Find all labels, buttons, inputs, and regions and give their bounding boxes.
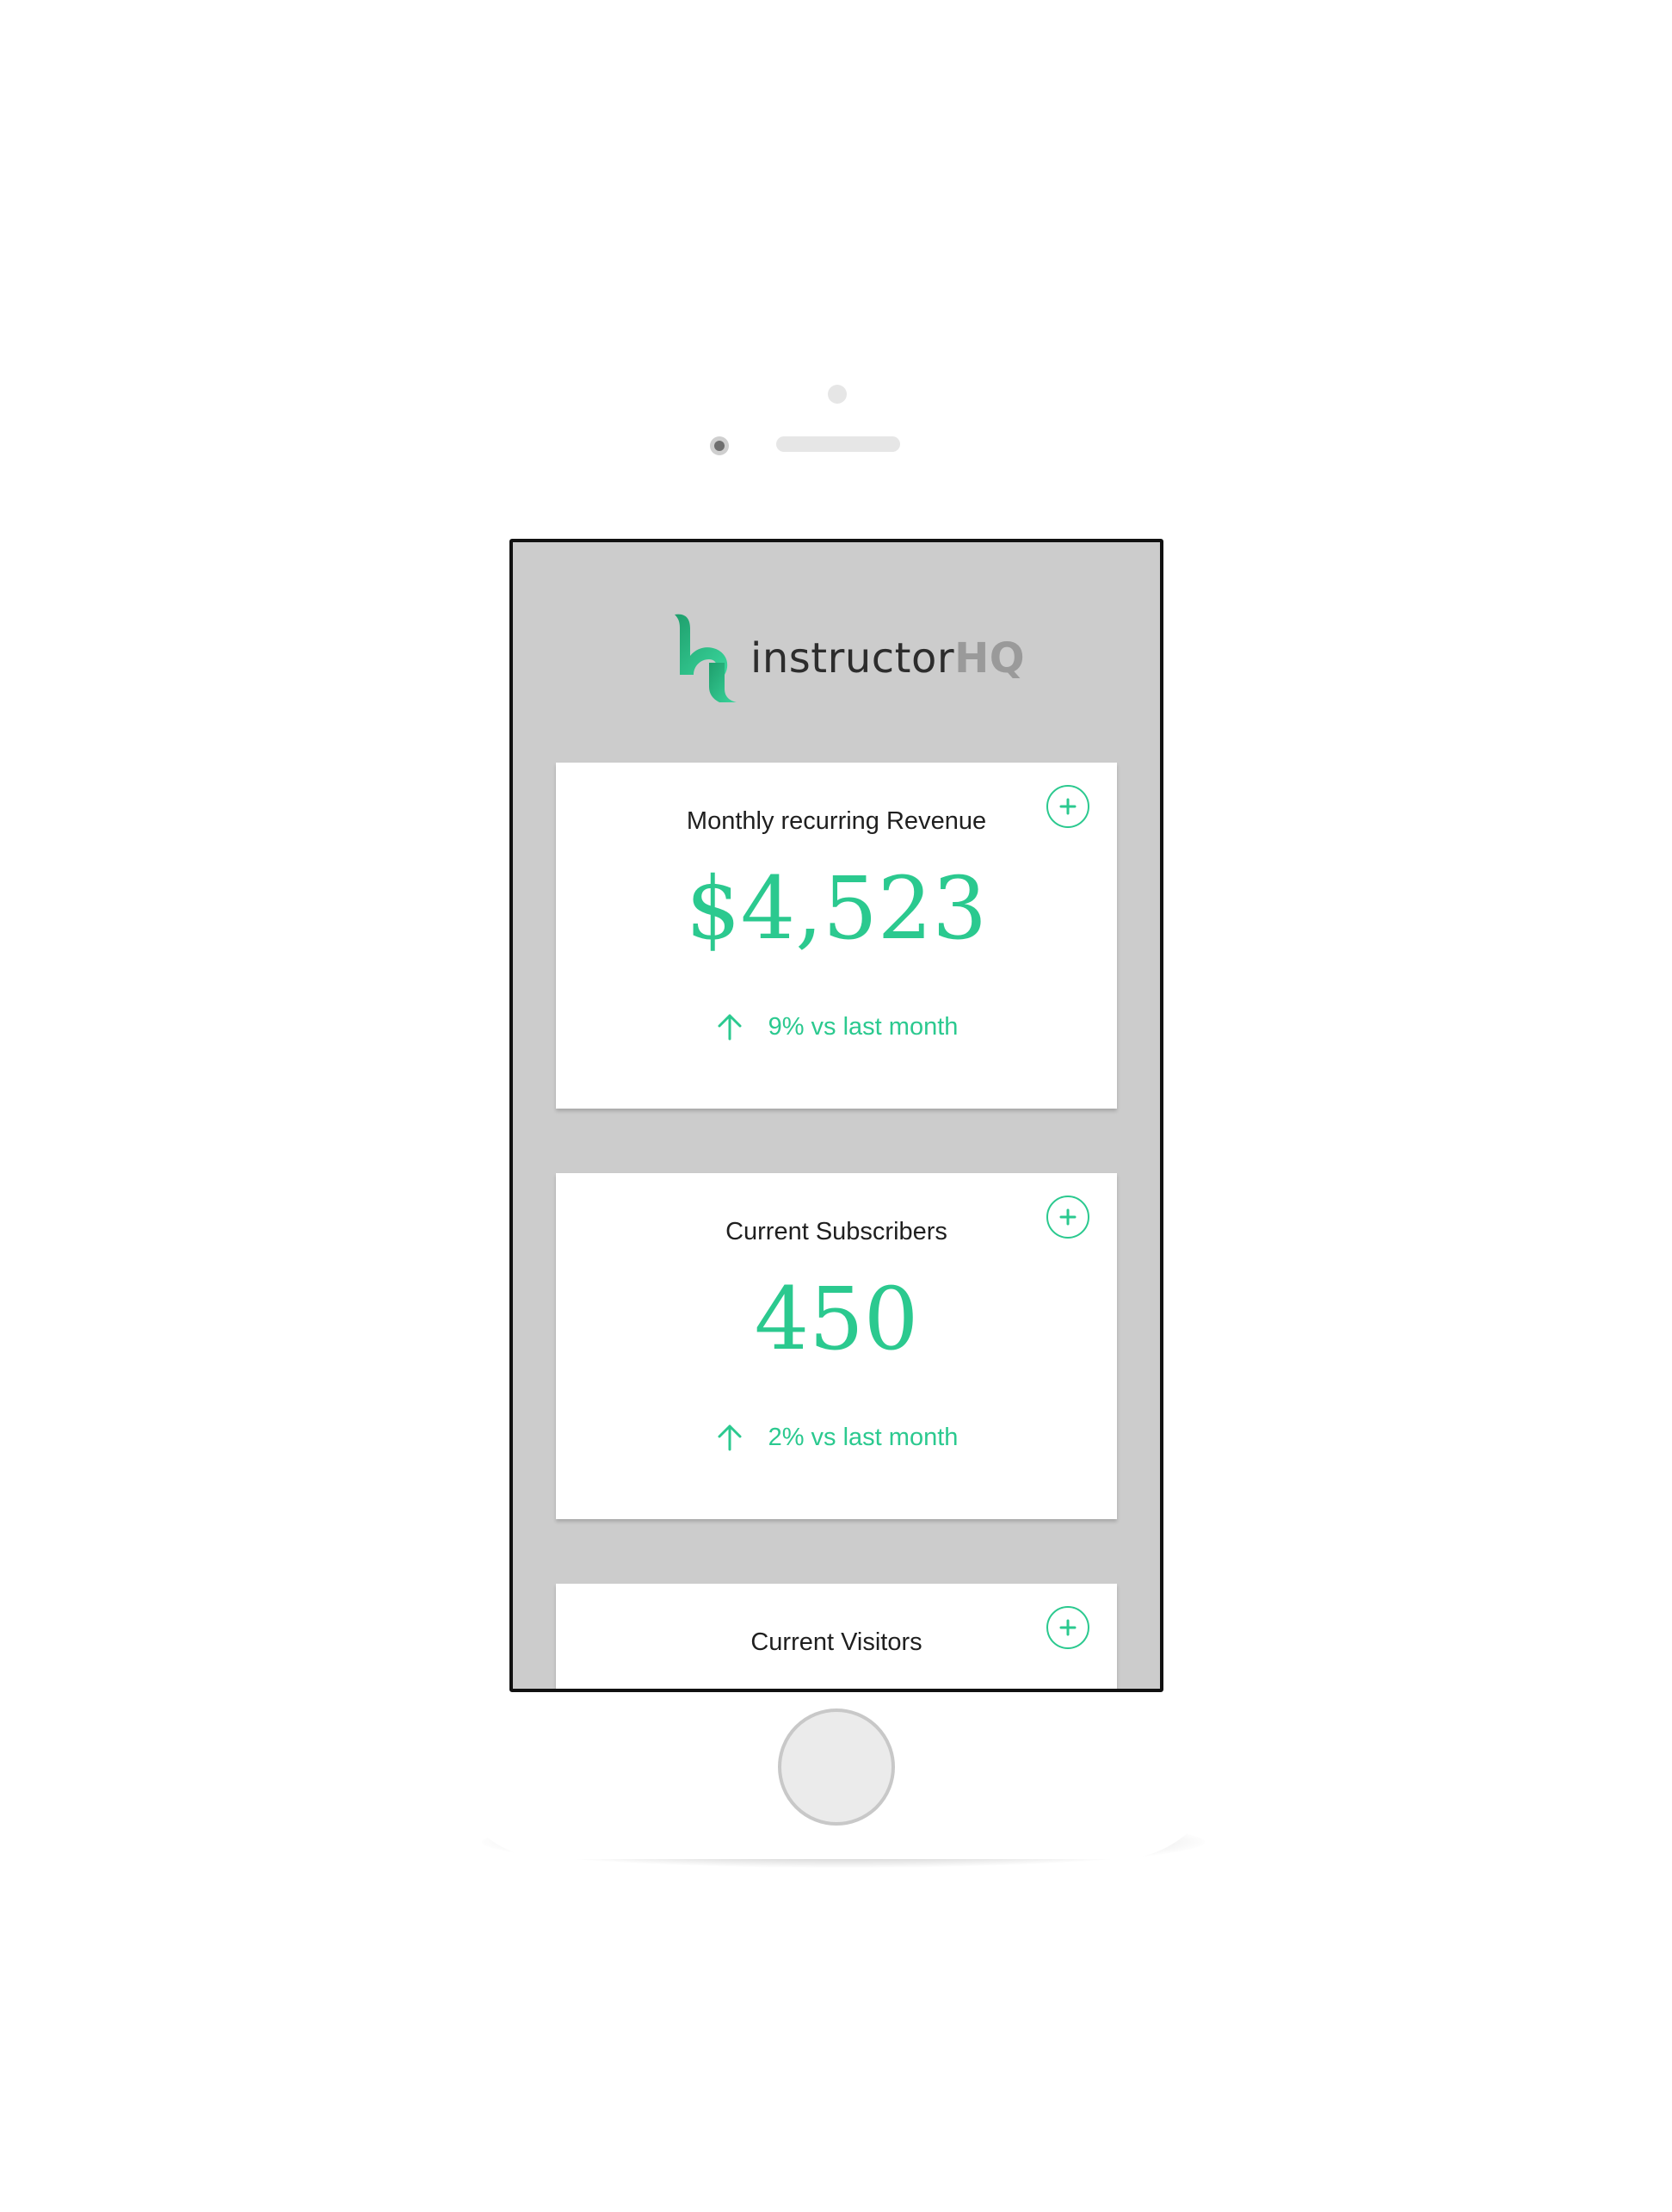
card-change: 2% vs last month [556,1423,1117,1452]
earpiece-speaker [776,436,900,452]
change-text: 9% vs last month [768,1012,959,1041]
card-monthly-recurring-revenue: Monthly recurring Revenue $4,523 9% vs l… [556,763,1117,1109]
change-text: 2% vs last month [768,1423,959,1451]
card-current-subscribers: Current Subscribers 450 2% vs last month [556,1173,1117,1519]
instructorhq-logo-icon [675,614,737,702]
arrow-up-icon [718,1424,742,1451]
proximity-sensor [828,385,847,404]
card-change: 9% vs last month [556,1012,1117,1041]
phone-screen: instructorHQ Monthly recurring Revenue $… [509,539,1163,1692]
home-button[interactable] [778,1708,895,1826]
card-title: Current Subscribers [725,1218,947,1245]
card-value: 450 [754,1269,919,1369]
arrow-up-icon [718,1014,742,1041]
phone-mockup: instructorHQ Monthly recurring Revenue $… [0,0,1672,2212]
front-camera [710,436,729,455]
logo-wordmark: instructorHQ [750,634,1026,683]
card-current-visitors: Current Visitors [556,1584,1117,1689]
card-title: Monthly recurring Revenue [686,807,987,835]
card-value: $4,523 [686,858,987,959]
app-logo: instructorHQ [668,611,1029,706]
card-title: Current Visitors [750,1628,922,1656]
